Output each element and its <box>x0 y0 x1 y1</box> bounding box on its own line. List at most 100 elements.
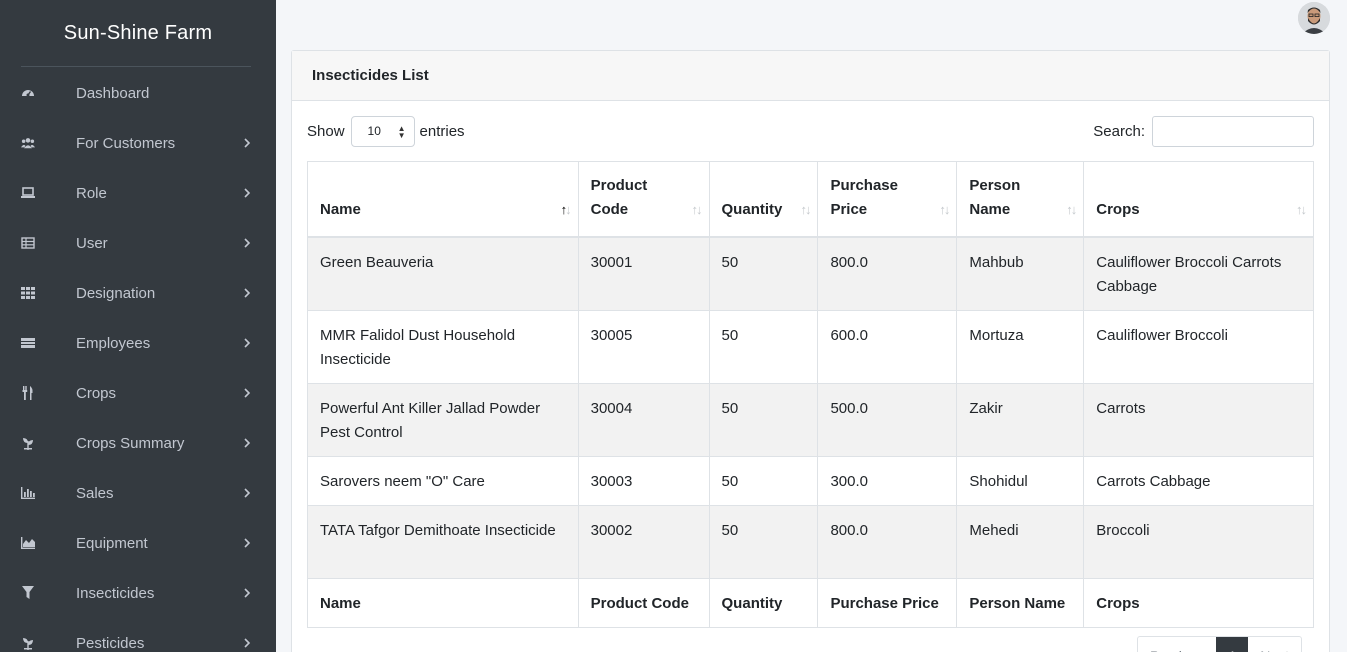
card-title: Insecticides List <box>312 67 429 84</box>
sidebar-item-label: Equipment <box>76 534 148 552</box>
search-input[interactable] <box>1152 115 1314 147</box>
cell-product-code: 30005 <box>577 310 710 384</box>
sidebar-item-dashboard[interactable]: Dashboard <box>0 68 276 118</box>
chevron-right-icon <box>244 288 251 298</box>
cell-quantity: 50 <box>708 505 819 579</box>
chevron-right-icon <box>244 588 251 598</box>
sidebar-item-label: Insecticides <box>76 584 155 602</box>
cell-product-code: 30001 <box>577 236 710 311</box>
dashboard-icon <box>21 86 35 100</box>
footer-header-quantity: Quantity <box>708 578 819 628</box>
footer-header-name: Name <box>307 578 579 628</box>
sidebar-item-employees[interactable]: Employees <box>0 318 276 368</box>
users-icon <box>21 136 35 150</box>
column-header-purchase-price[interactable]: Purchase Price ↑↓ <box>817 161 958 237</box>
chevron-right-icon <box>244 488 251 498</box>
brand-title[interactable]: Sun-Shine Farm <box>0 0 276 66</box>
sidebar-item-sales[interactable]: Sales <box>0 468 276 518</box>
cell-product-code: 30002 <box>577 505 710 579</box>
sidebar-item-user[interactable]: User <box>0 218 276 268</box>
table-icon <box>21 236 35 250</box>
sidebar-item-label: Role <box>76 184 107 202</box>
cell-quantity: 50 <box>708 310 819 384</box>
sidebar-item-insecticides[interactable]: Insecticides <box>0 568 276 618</box>
chevron-right-icon <box>244 338 251 348</box>
sort-icon: ↑↓ <box>939 202 950 217</box>
avatar-icon <box>1298 2 1330 34</box>
cell-name: TATA Tafgor Demithoate Insecticide <box>307 505 579 579</box>
table-row[interactable]: Green Beauveria 30001 50 800.0 Mahbub Ca… <box>307 236 1314 311</box>
chevron-right-icon <box>244 438 251 448</box>
column-header-crops[interactable]: Crops ↑↓ <box>1083 161 1314 237</box>
chevron-right-icon <box>244 188 251 198</box>
pagination-previous-button[interactable]: Previous <box>1138 637 1216 652</box>
sidebar-nav: Dashboard For Customers Role User Design… <box>0 68 276 652</box>
table-row[interactable]: TATA Tafgor Demithoate Insecticide 30002… <box>307 505 1314 579</box>
search-label: Search: <box>1093 122 1145 140</box>
cell-crops: Carrots <box>1083 383 1314 457</box>
cell-purchase-price: 800.0 <box>817 236 958 311</box>
cell-person-name: Mehedi <box>956 505 1085 579</box>
column-header-person-name[interactable]: Person Name ↑↓ <box>956 161 1085 237</box>
column-header-label: Person Name <box>969 176 1021 218</box>
column-header-quantity[interactable]: Quantity ↑↓ <box>708 161 819 237</box>
column-header-label: Crops <box>1096 200 1140 218</box>
footer-header-product-code: Product Code <box>577 578 710 628</box>
footer-header-purchase-price: Purchase Price <box>817 578 958 628</box>
filter-icon <box>21 586 35 600</box>
sidebar-item-equipment[interactable]: Equipment <box>0 518 276 568</box>
chevron-right-icon <box>244 138 251 148</box>
sidebar-item-label: User <box>76 234 108 252</box>
sidebar-item-label: Designation <box>76 284 156 302</box>
footer-header-person-name: Person Name <box>956 578 1085 628</box>
pagination-page-button[interactable]: 1 <box>1216 637 1249 652</box>
sidebar-item-for-customers[interactable]: For Customers <box>0 118 276 168</box>
column-header-product-code[interactable]: Product Code ↑↓ <box>577 161 710 237</box>
footer-header-crops: Crops <box>1083 578 1314 628</box>
seedling-icon <box>21 436 35 450</box>
cell-name: MMR Falidol Dust Household Insecticide <box>307 310 579 384</box>
table-row[interactable]: Powerful Ant Killer Jallad Powder Pest C… <box>307 383 1314 457</box>
cell-quantity: 50 <box>708 383 819 457</box>
cell-crops: Cauliflower Broccoli Carrots Cabbage <box>1083 236 1314 311</box>
sidebar-item-crops-summary[interactable]: Crops Summary <box>0 418 276 468</box>
seedling-icon <box>21 636 35 650</box>
grid-icon <box>21 286 35 300</box>
user-avatar[interactable] <box>1298 2 1330 34</box>
utensils-icon <box>21 386 35 400</box>
laptop-icon <box>21 186 35 200</box>
column-header-label: Quantity <box>721 200 783 218</box>
cell-product-code: 30003 <box>577 456 710 506</box>
cell-purchase-price: 500.0 <box>817 383 958 457</box>
select-arrows-icon: ▲ ▼ <box>397 123 406 140</box>
pagination-next-button[interactable]: Next <box>1248 637 1301 652</box>
sidebar-item-designation[interactable]: Designation <box>0 268 276 318</box>
chevron-right-icon <box>244 388 251 398</box>
cell-crops: Carrots Cabbage <box>1083 456 1314 506</box>
entries-select[interactable]: 10 ▲ ▼ <box>350 115 415 147</box>
table-row[interactable]: MMR Falidol Dust Household Insecticide 3… <box>307 310 1314 384</box>
sidebar-item-pesticides[interactable]: Pesticides <box>0 618 276 652</box>
cell-crops: Cauliflower Broccoli <box>1083 310 1314 384</box>
cell-name: Green Beauveria <box>307 236 579 311</box>
sidebar-item-label: Crops <box>76 384 117 402</box>
cell-purchase-price: 600.0 <box>817 310 958 384</box>
sidebar-item-label: Crops Summary <box>76 434 185 452</box>
insecticides-table: Name ↑↓ Product Code ↑↓ Quantity ↑↓ Purc… <box>307 161 1314 628</box>
sidebar-item-label: Pesticides <box>76 634 145 652</box>
table-controls: Show 10 ▲ ▼ entries Search: <box>307 115 1314 147</box>
sidebar-item-crops[interactable]: Crops <box>0 368 276 418</box>
sidebar-item-role[interactable]: Role <box>0 168 276 218</box>
cell-person-name: Mahbub <box>956 236 1085 311</box>
column-header-name[interactable]: Name ↑↓ <box>307 161 579 237</box>
insecticides-card: Insecticides List Show 10 ▲ ▼ entries Sea… <box>291 50 1330 652</box>
search-control: Search: <box>1093 115 1314 147</box>
table-row[interactable]: Sarovers neem "O" Care 30003 50 300.0 Sh… <box>307 456 1314 506</box>
sort-icon: ↑↓ <box>691 202 703 217</box>
column-header-label: Name <box>320 200 361 218</box>
cell-quantity: 50 <box>708 236 819 311</box>
cell-purchase-price: 300.0 <box>817 456 958 506</box>
area-chart-icon <box>21 536 35 550</box>
column-header-label: Product Code <box>590 176 648 218</box>
cell-name: Sarovers neem "O" Care <box>307 456 579 506</box>
